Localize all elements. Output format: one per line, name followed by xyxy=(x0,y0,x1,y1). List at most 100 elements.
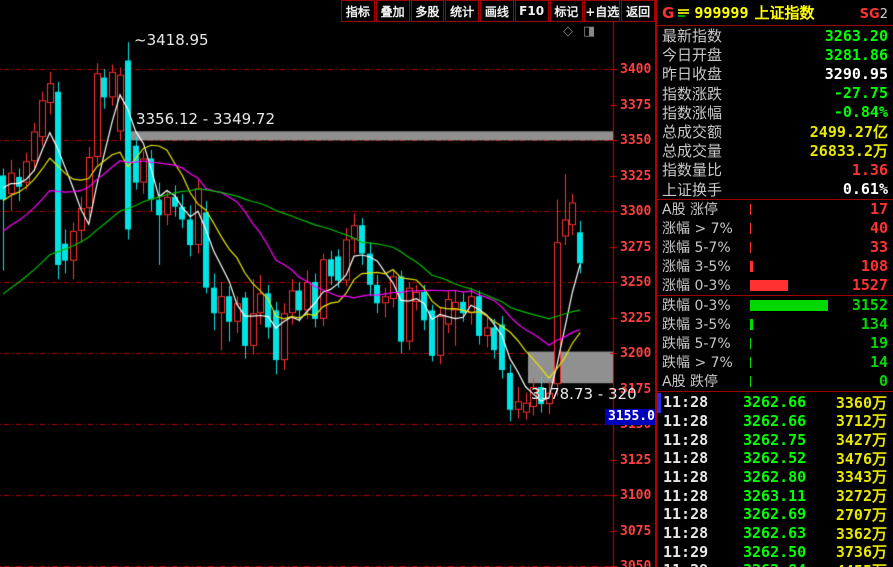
breadth-value: 40 xyxy=(869,219,888,238)
quote-row: 指数涨跌 -27.75 xyxy=(657,84,893,103)
y-axis-label: 3075 xyxy=(620,523,652,539)
stock-name: 上证指数 xyxy=(754,4,815,22)
toolbar-button-返回[interactable]: 返回 xyxy=(621,0,656,22)
y-axis-label: 3375 xyxy=(620,97,652,113)
breadth-label: 涨幅 5-7% xyxy=(662,240,731,257)
toolbar-button-多股[interactable]: 多股 xyxy=(410,0,445,22)
quote-rows: 最新指数 3263.20 今日开盘 3281.86 昨日收盘 3290.95 指数涨跌 -27… xyxy=(657,26,893,199)
gap-zone-label: 3356.12 - 3349.72 xyxy=(136,110,276,128)
y-axis-label: 3350 xyxy=(620,133,652,148)
y-axis-label: 3125 xyxy=(620,452,652,468)
breadth-row: 涨幅 3-5% 108 xyxy=(657,257,893,276)
kline-chart-area: 3400 3375 3350 3325 3300 3275 3250 3225 3200 3175… xyxy=(0,22,655,567)
breadth-label: 涨幅 3-5% xyxy=(662,259,731,276)
quote-header[interactable]: G 999999 上证指数 SG2 xyxy=(657,0,893,26)
breadth-label: A股 跌停 xyxy=(662,374,719,391)
breadth-row: 跌幅 > 7% 14 xyxy=(657,353,893,372)
quote-row: 指数涨幅 -0.84% xyxy=(657,103,893,122)
breadth-label: A股 涨停 xyxy=(662,202,719,219)
y-axis-label: 3400 xyxy=(620,62,652,77)
quote-row: 上证换手 0.61% xyxy=(657,180,893,199)
tick-row: 11:28 3262.66 3360万 xyxy=(657,392,893,412)
breadth-row: 跌幅 3-5% 134 xyxy=(657,315,893,334)
breadth-label: 跌幅 3-5% xyxy=(662,317,731,334)
menu-icon[interactable] xyxy=(678,8,690,18)
breadth-label: 涨幅 > 7% xyxy=(662,221,733,238)
quote-row: 指数量比 1.36 xyxy=(657,160,893,180)
y-axis-label: 3100 xyxy=(620,488,652,503)
toolbar-button-F10[interactable]: F10 xyxy=(514,0,549,22)
quote-value: 2499.27亿 xyxy=(809,123,888,142)
y-axis-label: 3200 xyxy=(620,346,652,361)
tick-time: 11:29 xyxy=(663,561,743,567)
tick-row: 11:28 3262.75 3427万 xyxy=(657,429,893,450)
toolbar-button-叠加[interactable]: 叠加 xyxy=(375,0,410,22)
g-indicator: G xyxy=(662,3,675,22)
breadth-label: 跌幅 0-3% xyxy=(662,298,731,315)
breadth-row: A股 涨停 17 xyxy=(657,200,893,219)
kline-canvas[interactable] xyxy=(0,22,655,567)
y-axis-label: 3275 xyxy=(620,239,652,255)
toolbar-button-指标[interactable]: 指标 xyxy=(341,0,375,22)
quote-label: 指数涨跌 xyxy=(662,84,723,103)
tick-time: 11:28 xyxy=(663,393,709,412)
toolbar-button-标记[interactable]: 标记 xyxy=(549,0,584,22)
quote-label: 最新指数 xyxy=(662,27,723,46)
tick-time: 11:28 xyxy=(663,505,709,524)
stock-code: 999999 xyxy=(694,3,749,22)
tick-price: 3262.69 xyxy=(743,505,807,524)
quote-row: 昨日收盘 3290.95 xyxy=(657,64,893,84)
tick-price: 3262.75 xyxy=(743,430,807,449)
tick-time: 11:28 xyxy=(663,524,709,542)
breadth-bar xyxy=(750,299,828,311)
toolbar-button-统计[interactable]: 统计 xyxy=(445,0,479,22)
quote-value: 3281.86 xyxy=(824,45,888,64)
split-panel-icon[interactable]: ◨ xyxy=(583,25,595,38)
tick-price: 3262.80 xyxy=(743,467,807,486)
tick-row: 11:28 3262.69 2707万 xyxy=(657,504,893,524)
y-axis-label: 3250 xyxy=(620,275,652,290)
quote-row: 总成交额 2499.27亿 xyxy=(657,122,893,141)
breadth-value: 0 xyxy=(878,372,888,391)
breadth-row: 涨幅 > 7% 40 xyxy=(657,219,893,238)
tick-row: 11:28 3263.11 3272万 xyxy=(657,485,893,506)
breadth-label: 跌幅 5-7% xyxy=(662,336,731,353)
y-axis-label: 3300 xyxy=(620,204,652,219)
toolbar: 指标 叠加 多股 统计 画线 F10 标记 +自选 返回 xyxy=(340,0,656,22)
tick-price: 3262.66 xyxy=(743,393,807,412)
quote-row: 最新指数 3263.20 xyxy=(657,26,893,46)
quote-label: 昨日收盘 xyxy=(662,65,723,84)
breadth-value: 3152 xyxy=(851,296,888,315)
tick-list: 11:28 3262.66 3360万 11:28 3262.66 3712万 11:28 3… xyxy=(657,392,893,567)
toolbar-button-+自选[interactable]: +自选 xyxy=(584,0,621,22)
diamond-icon[interactable]: ◇ xyxy=(563,25,573,38)
quote-panel: G 999999 上证指数 SG2 最新指数 3263.20 今日开盘 3281.86… xyxy=(655,0,893,567)
breadth-value: 14 xyxy=(869,353,888,372)
trading-terminal: 指标 叠加 多股 统计 画线 F10 标记 +自选 返回 3400 3375 3350 3325 330… xyxy=(0,0,893,567)
quote-value: -0.84% xyxy=(833,103,888,122)
quote-row: 总成交量 26833.2万 xyxy=(657,141,893,160)
quote-value: -27.75 xyxy=(833,84,888,103)
quote-label: 总成交额 xyxy=(662,123,723,142)
tick-time: 11:28 xyxy=(663,449,709,468)
quote-row: 今日开盘 3281.86 xyxy=(657,45,893,65)
quote-value: 3290.95 xyxy=(824,64,888,83)
breadth-row: A股 跌停 0 xyxy=(657,372,893,391)
tick-volume: 4455万 xyxy=(835,560,887,567)
toolbar-button-画线[interactable]: 画线 xyxy=(480,0,514,22)
breadth-value: 17 xyxy=(869,200,888,219)
breadth-bar xyxy=(750,279,788,291)
breadth-down-section: 跌幅 0-3% 3152 跌幅 3-5% 134 跌幅 5-7% 19 跌幅 > 7% 14 A… xyxy=(657,296,893,392)
tick-time: 11:28 xyxy=(663,467,709,486)
tick-row: 11:28 3262.66 3712万 xyxy=(657,410,893,431)
tick-time: 11:29 xyxy=(663,542,709,561)
breadth-value: 33 xyxy=(869,238,888,257)
quote-value: 0.61% xyxy=(842,180,888,199)
breadth-label: 跌幅 > 7% xyxy=(662,355,733,372)
tick-row: 11:293262.844455万 xyxy=(657,560,893,567)
breadth-value: 108 xyxy=(860,257,888,276)
tick-scrollbar-thumb[interactable] xyxy=(657,392,661,413)
y-axis-label: 3050 xyxy=(620,559,652,567)
support-zone-label: 3178.73 - 320 xyxy=(531,385,637,403)
quote-value: 26833.2万 xyxy=(809,142,888,161)
